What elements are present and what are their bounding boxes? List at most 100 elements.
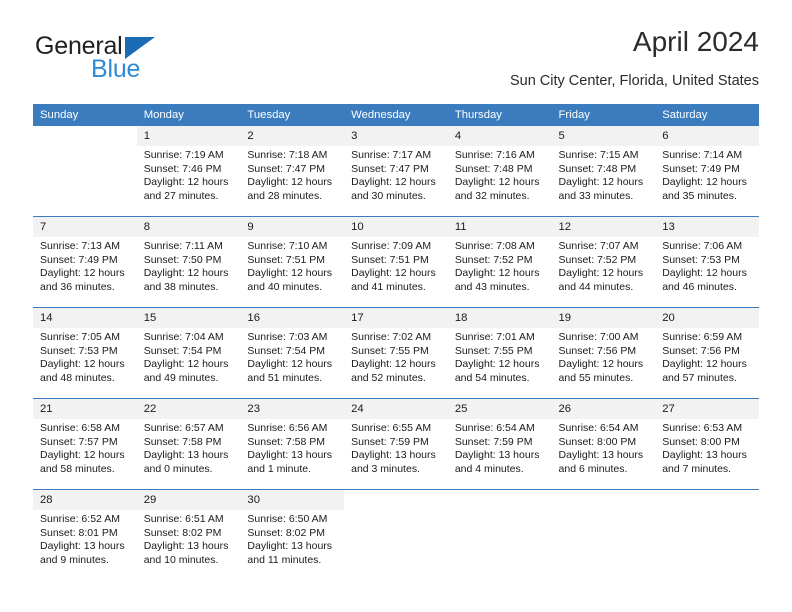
page-header: General Blue April 2024 Sun City Center,… bbox=[33, 26, 759, 96]
daylight-text: Daylight: 13 hours and 11 minutes. bbox=[247, 540, 333, 566]
sunset-text: Sunset: 7:59 PM bbox=[454, 435, 533, 448]
day-number: 16 bbox=[240, 308, 345, 328]
calendar-day-cell[interactable]: 3 Sunrise: 7:17 AM Sunset: 7:47 PM Daylight… bbox=[344, 126, 448, 216]
sunset-text: Sunset: 8:00 PM bbox=[558, 435, 637, 448]
general-blue-logo[interactable]: General Blue bbox=[33, 32, 213, 92]
page-title: April 2024 bbox=[632, 26, 759, 57]
day-sun-info: Sunrise: 7:14 AM Sunset: 7:49 PM Daylight:… bbox=[655, 146, 759, 203]
calendar-day-cell[interactable]: 16 Sunrise: 7:03 AM Sunset: 7:54 PM Dayligh… bbox=[240, 308, 345, 398]
calendar-day-cell[interactable]: 18 Sunrise: 7:01 AM Sunset: 7:55 PM Dayligh… bbox=[447, 308, 552, 398]
day-sun-info: Sunrise: 7:10 AM Sunset: 7:51 PM Daylight:… bbox=[240, 237, 344, 294]
calendar-day-cell[interactable]: 30 Sunrise: 6:50 AM Sunset: 8:02 PM Dayligh… bbox=[240, 490, 345, 580]
sunset-text: Sunset: 7:55 PM bbox=[454, 344, 533, 357]
calendar-day-cell[interactable]: 15 Sunrise: 7:04 AM Sunset: 7:54 PM Dayligh… bbox=[136, 308, 241, 398]
sunset-text: Sunset: 7:54 PM bbox=[143, 344, 222, 357]
day-number: 14 bbox=[33, 308, 137, 328]
weekday-header-thursday: Thursday bbox=[447, 104, 552, 126]
daylight-text: Daylight: 13 hours and 4 minutes. bbox=[454, 449, 540, 475]
day-number: 2 bbox=[240, 126, 345, 146]
sunset-text: Sunset: 8:02 PM bbox=[143, 526, 222, 539]
day-sun-info: Sunrise: 7:01 AM Sunset: 7:55 PM Daylight:… bbox=[448, 328, 552, 385]
calendar-cell-empty bbox=[447, 490, 552, 580]
daylight-text: Daylight: 12 hours and 40 minutes. bbox=[247, 267, 333, 293]
calendar-cell-empty bbox=[344, 490, 448, 580]
sunrise-text: Sunrise: 7:02 AM bbox=[351, 331, 432, 343]
daylight-text: Daylight: 12 hours and 51 minutes. bbox=[247, 358, 333, 384]
daylight-text: Daylight: 12 hours and 44 minutes. bbox=[558, 267, 644, 293]
calendar-grid: Sunday Monday Tuesday Wednesday Thursday Frid… bbox=[33, 104, 759, 580]
day-number: 5 bbox=[551, 126, 656, 146]
sunrise-text: Sunrise: 7:15 AM bbox=[558, 149, 639, 161]
sunrise-text: Sunrise: 6:52 AM bbox=[40, 513, 120, 525]
sunrise-text: Sunrise: 7:14 AM bbox=[662, 149, 743, 161]
day-sun-info: Sunrise: 6:53 AM Sunset: 8:00 PM Daylight:… bbox=[655, 419, 759, 476]
calendar-week-row: 7 Sunrise: 7:13 AM Sunset: 7:49 PM Daylight… bbox=[33, 216, 759, 308]
sunset-text: Sunset: 7:52 PM bbox=[558, 253, 637, 266]
calendar-day-cell[interactable]: 28 Sunrise: 6:52 AM Sunset: 8:01 PM Dayligh… bbox=[33, 490, 137, 580]
day-number bbox=[447, 490, 552, 510]
day-number: 6 bbox=[655, 126, 759, 146]
calendar-day-cell[interactable]: 26 Sunrise: 6:54 AM Sunset: 8:00 PM Dayligh… bbox=[551, 399, 656, 489]
daylight-text: Daylight: 12 hours and 46 minutes. bbox=[662, 267, 747, 293]
sunset-text: Sunset: 7:59 PM bbox=[351, 435, 429, 448]
calendar-day-cell[interactable]: 13 Sunrise: 7:06 AM Sunset: 7:53 PM Dayligh… bbox=[655, 217, 759, 307]
calendar-header-row: Sunday Monday Tuesday Wednesday Thursday Frid… bbox=[33, 104, 759, 126]
calendar-week-row: 28 Sunrise: 6:52 AM Sunset: 8:01 PM Dayligh… bbox=[33, 489, 759, 580]
calendar-day-cell[interactable]: 24 Sunrise: 6:55 AM Sunset: 7:59 PM Dayligh… bbox=[344, 399, 448, 489]
daylight-text: Daylight: 13 hours and 10 minutes. bbox=[143, 540, 229, 566]
day-number: 25 bbox=[447, 399, 552, 419]
calendar-day-cell[interactable]: 11 Sunrise: 7:08 AM Sunset: 7:52 PM Dayligh… bbox=[447, 217, 552, 307]
calendar-day-cell[interactable]: 4 Sunrise: 7:16 AM Sunset: 7:48 PM Daylight… bbox=[447, 126, 552, 216]
sunset-text: Sunset: 7:57 PM bbox=[40, 435, 118, 448]
sunrise-text: Sunrise: 6:50 AM bbox=[247, 513, 328, 525]
sunrise-text: Sunrise: 7:03 AM bbox=[247, 331, 328, 343]
calendar-week-row: 1 Sunrise: 7:19 AM Sunset: 7:46 PM Daylight… bbox=[33, 126, 759, 217]
calendar-day-cell[interactable]: 21 Sunrise: 6:58 AM Sunset: 7:57 PM Dayligh… bbox=[33, 399, 137, 489]
daylight-text: Daylight: 12 hours and 57 minutes. bbox=[662, 358, 747, 384]
day-number: 1 bbox=[136, 126, 241, 146]
sunset-text: Sunset: 7:55 PM bbox=[351, 344, 429, 357]
sunrise-text: Sunrise: 7:10 AM bbox=[247, 240, 328, 252]
day-sun-info: Sunrise: 7:19 AM Sunset: 7:46 PM Daylight:… bbox=[137, 146, 241, 203]
day-sun-info: Sunrise: 7:09 AM Sunset: 7:51 PM Daylight:… bbox=[344, 237, 448, 294]
calendar-week-row: 14 Sunrise: 7:05 AM Sunset: 7:53 PM Dayligh… bbox=[33, 307, 759, 399]
day-sun-info: Sunrise: 6:59 AM Sunset: 7:56 PM Daylight:… bbox=[655, 328, 759, 385]
calendar-day-cell[interactable]: 27 Sunrise: 6:53 AM Sunset: 8:00 PM Dayligh… bbox=[655, 399, 759, 489]
daylight-text: Daylight: 13 hours and 0 minutes. bbox=[143, 449, 229, 475]
calendar-day-cell[interactable]: 6 Sunrise: 7:14 AM Sunset: 7:49 PM Daylight… bbox=[655, 126, 759, 216]
calendar-day-cell[interactable]: 23 Sunrise: 6:56 AM Sunset: 7:58 PM Dayligh… bbox=[240, 399, 345, 489]
day-number: 15 bbox=[136, 308, 241, 328]
calendar-day-cell[interactable]: 12 Sunrise: 7:07 AM Sunset: 7:52 PM Dayligh… bbox=[551, 217, 656, 307]
calendar-day-cell[interactable]: 5 Sunrise: 7:15 AM Sunset: 7:48 PM Daylight… bbox=[551, 126, 656, 216]
day-number: 29 bbox=[136, 490, 241, 510]
day-number bbox=[33, 126, 137, 146]
sunrise-text: Sunrise: 7:18 AM bbox=[247, 149, 328, 161]
calendar-day-cell[interactable]: 10 Sunrise: 7:09 AM Sunset: 7:51 PM Dayligh… bbox=[344, 217, 448, 307]
calendar-page: General Blue April 2024 Sun City Center,… bbox=[0, 0, 792, 612]
calendar-day-cell[interactable]: 9 Sunrise: 7:10 AM Sunset: 7:51 PM Daylight… bbox=[240, 217, 345, 307]
sunrise-text: Sunrise: 7:16 AM bbox=[454, 149, 535, 161]
daylight-text: Daylight: 12 hours and 43 minutes. bbox=[454, 267, 540, 293]
day-number: 7 bbox=[33, 217, 137, 237]
calendar-day-cell[interactable]: 22 Sunrise: 6:57 AM Sunset: 7:58 PM Dayligh… bbox=[136, 399, 241, 489]
calendar-day-cell[interactable]: 7 Sunrise: 7:13 AM Sunset: 7:49 PM Daylight… bbox=[33, 217, 137, 307]
day-number: 19 bbox=[551, 308, 656, 328]
logo-text-blue: Blue bbox=[91, 55, 141, 83]
day-sun-info: Sunrise: 6:52 AM Sunset: 8:01 PM Daylight:… bbox=[33, 510, 137, 567]
calendar-day-cell[interactable]: 19 Sunrise: 7:00 AM Sunset: 7:56 PM Dayligh… bbox=[551, 308, 656, 398]
daylight-text: Daylight: 12 hours and 52 minutes. bbox=[351, 358, 436, 384]
sunrise-text: Sunrise: 7:05 AM bbox=[40, 331, 120, 343]
sunset-text: Sunset: 7:51 PM bbox=[247, 253, 326, 266]
calendar-day-cell[interactable]: 25 Sunrise: 6:54 AM Sunset: 7:59 PM Dayligh… bbox=[447, 399, 552, 489]
calendar-day-cell[interactable]: 1 Sunrise: 7:19 AM Sunset: 7:46 PM Daylight… bbox=[136, 126, 241, 216]
day-sun-info: Sunrise: 7:18 AM Sunset: 7:47 PM Daylight:… bbox=[240, 146, 344, 203]
calendar-day-cell[interactable]: 29 Sunrise: 6:51 AM Sunset: 8:02 PM Dayligh… bbox=[136, 490, 241, 580]
calendar-day-cell[interactable]: 14 Sunrise: 7:05 AM Sunset: 7:53 PM Dayligh… bbox=[33, 308, 137, 398]
calendar-day-cell[interactable]: 20 Sunrise: 6:59 AM Sunset: 7:56 PM Dayligh… bbox=[655, 308, 759, 398]
daylight-text: Daylight: 13 hours and 7 minutes. bbox=[662, 449, 747, 475]
day-number: 22 bbox=[136, 399, 241, 419]
calendar-day-cell[interactable]: 2 Sunrise: 7:18 AM Sunset: 7:47 PM Daylight… bbox=[240, 126, 345, 216]
calendar-day-cell[interactable]: 17 Sunrise: 7:02 AM Sunset: 7:55 PM Dayligh… bbox=[344, 308, 448, 398]
day-sun-info: Sunrise: 7:13 AM Sunset: 7:49 PM Daylight:… bbox=[33, 237, 137, 294]
calendar-day-cell[interactable]: 8 Sunrise: 7:11 AM Sunset: 7:50 PM Daylight… bbox=[136, 217, 241, 307]
